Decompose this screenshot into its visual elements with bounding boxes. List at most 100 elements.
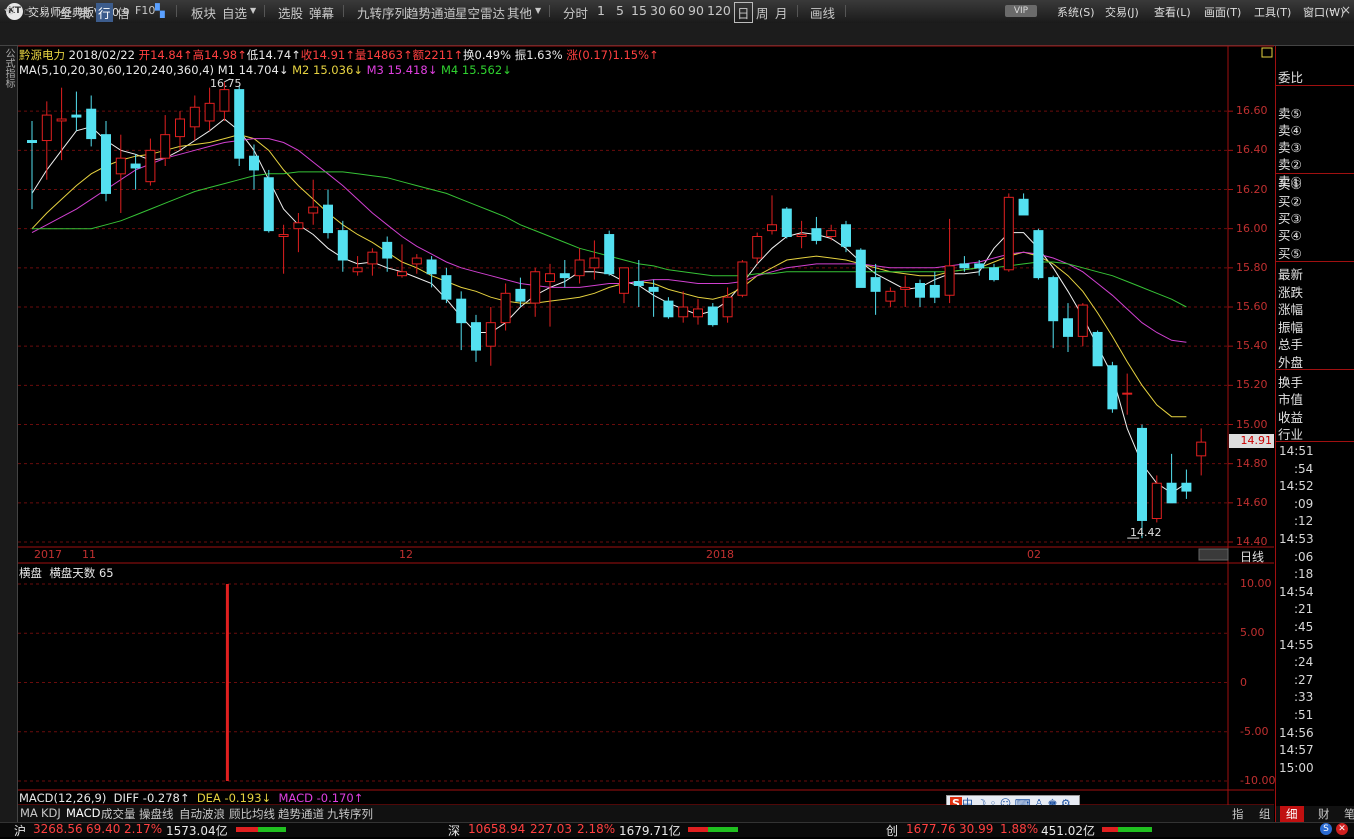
candle-up [1196, 441, 1207, 457]
status-s-icon[interactable]: S [1320, 823, 1332, 835]
total-volume-label: 总手 [1278, 337, 1304, 352]
candle-up [900, 286, 911, 290]
tab-volume[interactable]: 成交量 [101, 806, 136, 822]
candle-up [1003, 196, 1014, 271]
tab-ticks[interactable]: 笔 [1344, 806, 1354, 822]
candle-down [234, 89, 245, 159]
candle-down [71, 114, 82, 118]
stock-turnover: 换0.49% [463, 48, 512, 62]
macd-info-line: MACD(12,26,9) DIFF -0.278↑ DEA -0.193↓ M… [19, 791, 363, 805]
ma-line-m1 [31, 118, 1187, 494]
indicator-tick-label: -5.00 [1240, 724, 1269, 738]
candle-up [204, 102, 215, 122]
stock-info-line: 黔源电力 2018/02/22 开14.84↑高14.98↑低14.74↑收14… [19, 47, 659, 63]
tick-time: :51 [1294, 708, 1314, 722]
tab-auto-wave[interactable]: 自动波浪 [179, 806, 225, 822]
price-tick-label: 16.20 [1236, 182, 1268, 196]
panel-toggle-icon[interactable] [1261, 47, 1273, 58]
candle-up [500, 292, 511, 324]
tab-trend-channel[interactable]: 趋势通道 [278, 806, 324, 822]
cy-amount: 451.02亿 [1041, 824, 1095, 838]
stock-volume: 量14863↑ [354, 48, 413, 62]
candle-down [1033, 230, 1044, 279]
sz-label: 深 [448, 824, 461, 838]
candle-down [1092, 331, 1103, 367]
candle-down [249, 155, 259, 171]
candle-up [1077, 304, 1088, 337]
tab-gmma[interactable]: 顾比均线 [229, 806, 275, 822]
candle-down [855, 249, 866, 288]
change-pct-label: 涨幅 [1278, 302, 1304, 317]
daily-line-label[interactable]: 日线 [1240, 548, 1264, 565]
scroll-handle[interactable] [1198, 548, 1229, 561]
candle-down [130, 163, 141, 169]
date-label-2018: 2018 [706, 548, 734, 561]
indicator-tick-label: 10.00 [1240, 577, 1272, 590]
candle-up [160, 134, 171, 159]
status-close-icon[interactable]: ✕ [1336, 823, 1348, 835]
candle-down [974, 263, 985, 269]
cy-rise-bar [1102, 827, 1118, 832]
tab-kdj[interactable]: KDJ [41, 806, 61, 820]
ma-info-line: MA(5,10,20,30,60,120,240,360,4) M1 14.70… [19, 63, 512, 77]
buy-4-label: 买④ [1278, 228, 1302, 243]
candle-up [397, 271, 407, 277]
latest-label: 最新 [1278, 267, 1304, 282]
tab-ma[interactable]: MA [20, 806, 38, 820]
sz-index: 10658.94 [468, 822, 526, 836]
tick-time: 14:57 [1279, 743, 1314, 758]
tab-td-sequence[interactable]: 九转序列 [327, 806, 373, 822]
tab-detail[interactable]: 细 [1280, 806, 1304, 822]
cy-label: 创 [886, 824, 899, 838]
candle-up [352, 267, 363, 273]
market-cap-label: 市值 [1278, 392, 1304, 407]
candle-down [86, 108, 97, 140]
price-tick-label: 15.80 [1236, 260, 1268, 274]
candle-down [811, 228, 822, 241]
macd-label: MACD(12,26,9) [19, 791, 107, 805]
candle-up [944, 265, 955, 296]
indicator-tick-label: -10.00 [1240, 774, 1276, 787]
candle-up [826, 230, 837, 237]
candle-down [781, 208, 792, 237]
ma-label: MA(5,10,20,30,60,120,240,360,4) [19, 63, 215, 77]
tab-operation-line[interactable]: 操盘线 [139, 806, 174, 822]
tick-time: :06 [1294, 549, 1314, 564]
candle-down [27, 140, 37, 144]
price-tick-label: 15.00 [1236, 417, 1268, 431]
sh-pct: 2.17% [124, 822, 163, 836]
candle-down [101, 134, 111, 194]
candle-down [1107, 365, 1118, 410]
candle-up [885, 290, 896, 302]
candle-down [471, 322, 481, 351]
candle-up [308, 206, 319, 214]
tick-time: 14:52 [1279, 479, 1314, 494]
macd-value: MACD -0.170↑ [278, 791, 364, 805]
candle-down [337, 230, 348, 261]
cy-fall-bar [1118, 827, 1152, 832]
tab-macd[interactable]: MACD [66, 806, 100, 820]
candle-up [411, 257, 422, 265]
tick-time: 14:54 [1279, 584, 1314, 599]
price-tick-label: 16.40 [1236, 143, 1268, 157]
candle-down [633, 281, 644, 286]
tab-finance[interactable]: 财 [1318, 806, 1330, 822]
tab-group[interactable]: 组 [1259, 806, 1271, 822]
candle-up [1122, 392, 1133, 395]
indicator-info: 横盘 横盘天数 65 [19, 565, 114, 581]
candle-up [737, 261, 748, 296]
date-label-11: 11 [82, 548, 96, 561]
indicator-tick-label: 5.00 [1240, 626, 1265, 640]
candle-down [456, 298, 467, 324]
sh-fall-bar [258, 827, 286, 832]
tick-time: :54 [1294, 461, 1314, 476]
tick-time: :33 [1294, 690, 1314, 705]
indicator-name: 横盘 [19, 566, 42, 580]
tab-index[interactable]: 指 [1232, 806, 1244, 822]
candle-down [915, 283, 925, 298]
candle-up [219, 89, 230, 112]
candle-down [1048, 277, 1059, 322]
stock-low: 低14.74↑ [246, 48, 301, 62]
sz-rise-bar [688, 827, 708, 832]
tick-time: 14:56 [1279, 725, 1314, 740]
